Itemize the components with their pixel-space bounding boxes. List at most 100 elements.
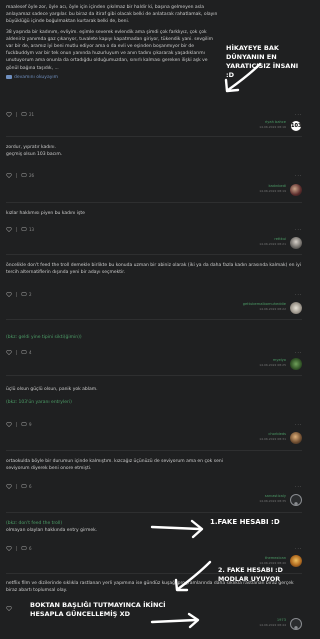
- more-options-icon[interactable]: ···: [295, 292, 302, 297]
- entry-author: kadınbedi 14.06.2022 08:19: [259, 184, 286, 194]
- heart-icon: [6, 226, 12, 232]
- divider: [16, 226, 17, 232]
- heart-icon: [6, 421, 12, 427]
- entry-actions: 9 ···: [6, 420, 302, 428]
- more-options-icon[interactable]: ···: [295, 350, 302, 355]
- arrow-icon: [224, 62, 262, 93]
- divider: [16, 545, 17, 551]
- comment-button[interactable]: 6: [21, 546, 32, 551]
- chat-icon: [21, 421, 27, 426]
- entry-author: gettubemalbomuheddie 14.06.2022 08:22: [243, 302, 286, 312]
- arrow-icon: [174, 560, 212, 592]
- entry-6: üçlü olsun güçlü olsun, panik yok ablam.…: [6, 386, 302, 406]
- more-options-icon[interactable]: ···: [295, 173, 302, 178]
- entry-4: öncelikle don't feed the troll demekle b…: [6, 262, 302, 276]
- entry-date[interactable]: 14.06.2022 08:44: [259, 623, 286, 628]
- entry-actions: 4 ···: [6, 348, 302, 356]
- comment-button[interactable]: 26: [21, 173, 34, 178]
- divider: [6, 136, 302, 137]
- favorite-button[interactable]: [6, 291, 12, 297]
- entry-author: myelyo 14.06.2022 08:25: [259, 358, 286, 368]
- chat-icon: [21, 226, 27, 231]
- entry-actions: 6 ···: [6, 482, 302, 490]
- paragraph: kızlar haklımısı piyen bu kadını işte: [6, 211, 85, 216]
- comment-button[interactable]: 21: [21, 112, 34, 117]
- divider: [16, 483, 17, 489]
- heart-icon: [6, 605, 12, 611]
- divider: [16, 172, 17, 178]
- avatar[interactable]: [290, 358, 302, 370]
- paragraph: öncelikle don't feed the troll demekle b…: [6, 263, 302, 276]
- chat-icon: [21, 172, 27, 177]
- comment-count: 6: [29, 483, 32, 489]
- avatar[interactable]: [290, 302, 302, 314]
- heart-icon: [6, 349, 12, 355]
- more-options-icon[interactable]: ···: [295, 546, 302, 551]
- comment-count: 21: [29, 111, 35, 117]
- comment-button[interactable]: 2: [21, 292, 32, 297]
- entry-date[interactable]: 14.06.2022 08:31: [259, 437, 286, 442]
- entry-date[interactable]: 14.06.2022 08:16: [259, 125, 286, 130]
- comment-button[interactable]: 4: [21, 350, 32, 355]
- entry-author: chorbleds 14.06.2022 08:31: [259, 432, 286, 442]
- favorite-button[interactable]: [6, 483, 12, 489]
- comment-button[interactable]: 6: [21, 484, 32, 489]
- divider: [6, 202, 302, 203]
- entry-date[interactable]: 14.06.2022 08:19: [259, 189, 286, 194]
- chat-icon: [21, 111, 27, 116]
- more-options-icon[interactable]: ···: [295, 484, 302, 489]
- default-avatar-icon[interactable]: [290, 618, 302, 630]
- entry-date[interactable]: 14.06.2022 08:35: [259, 499, 286, 504]
- more-options-icon[interactable]: ···: [295, 422, 302, 427]
- read-more-label: devamını okuyayım: [14, 74, 59, 80]
- entry-date[interactable]: 14.06.2022 08:25: [259, 363, 286, 368]
- comment-count: 2: [29, 291, 32, 297]
- badge-label: 103: [291, 123, 302, 129]
- bkz-link[interactable]: (bkz: 103'ün yaranı entryleri): [6, 399, 302, 406]
- paragraph: maalesef öyle zor, öyle acı, öyle için i…: [6, 5, 218, 25]
- entry-text: zordur, yıpratır kadını. geçmiş olsun 10…: [6, 144, 302, 158]
- heart-icon: [6, 483, 12, 489]
- arrow-icon: [150, 519, 204, 539]
- favorite-button[interactable]: [6, 421, 12, 427]
- heart-icon: [6, 291, 12, 297]
- entry-author: 1973 14.06.2022 08:44: [259, 618, 286, 628]
- paragraph: 38 yaşında bir kadınım, evliyim. eşimle …: [6, 29, 213, 71]
- paragraph: üçlü olsun güçlü olsun, panik yok ablam.: [6, 387, 98, 392]
- divider: [6, 512, 302, 513]
- entry-date[interactable]: 14.06.2022 08:21: [259, 242, 286, 247]
- favorite-button[interactable]: [6, 349, 12, 355]
- entry-author: themexican 14.06.2022 08:40: [259, 556, 286, 566]
- entry-7: ortaokulda böyle bir durumun içinde kalm…: [6, 458, 302, 472]
- chat-icon: [21, 291, 27, 296]
- entry-page: maalesef öyle zor, öyle acı, öyle için i…: [0, 0, 308, 639]
- divider: [16, 111, 17, 117]
- favorite-button[interactable]: [6, 226, 12, 232]
- favorite-button[interactable]: [6, 172, 12, 178]
- comment-button[interactable]: 9: [21, 422, 32, 427]
- entry-actions: 21 ···: [6, 110, 302, 118]
- annotation-fake-2: 2. FAKE HESABI :D MODLAR UYUYOR: [218, 567, 283, 583]
- avatar[interactable]: [290, 184, 302, 196]
- entry-actions: 6 ···: [6, 544, 302, 552]
- favorite-button[interactable]: [6, 545, 12, 551]
- favorite-button[interactable]: [6, 111, 12, 117]
- entry-author: rettkui 14.06.2022 08:21: [259, 237, 286, 247]
- arrow-icon: [150, 612, 200, 629]
- divider: [16, 349, 17, 355]
- favorite-button[interactable]: [6, 605, 12, 611]
- entry-5: (bkz: geldi yine tipini sikti(ğimin)): [6, 334, 302, 341]
- comment-button[interactable]: 13: [21, 227, 34, 232]
- avatar[interactable]: [290, 432, 302, 444]
- heart-icon: [6, 111, 12, 117]
- more-options-icon[interactable]: ···: [295, 227, 302, 232]
- avatar[interactable]: [290, 237, 302, 249]
- default-avatar-icon[interactable]: [290, 494, 302, 506]
- annotation-fake-1: 1.FAKE HESABI :D: [210, 518, 280, 526]
- divider: [16, 291, 17, 297]
- bkz-link[interactable]: (bkz: geldi yine tipini sikti(ğimin)): [6, 334, 302, 341]
- entry-date[interactable]: 14.06.2022 08:22: [243, 307, 286, 312]
- entry-text: maalesef öyle zor, öyle acı, öyle için i…: [6, 4, 221, 72]
- more-options-icon[interactable]: ···: [295, 112, 302, 117]
- comment-count: 9: [29, 421, 32, 427]
